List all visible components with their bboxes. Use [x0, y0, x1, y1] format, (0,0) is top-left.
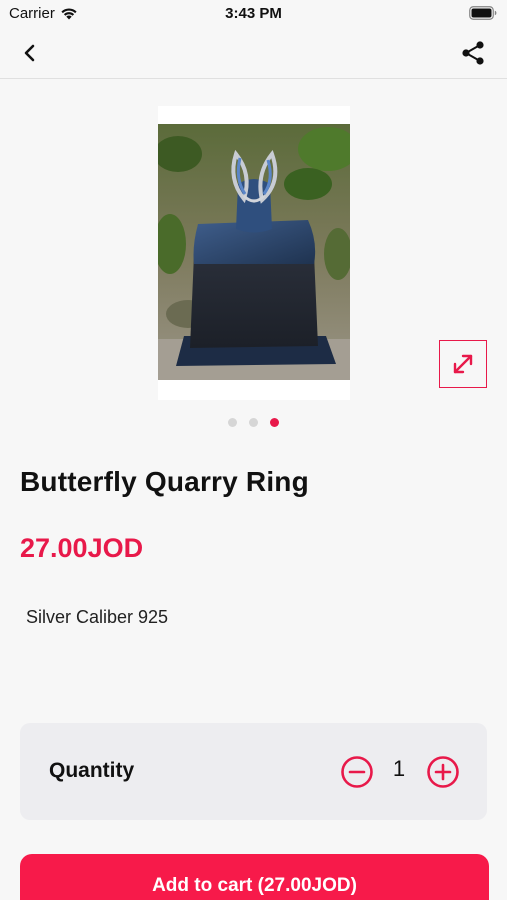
minus-circle-icon [341, 756, 373, 788]
product-image-gallery[interactable] [0, 80, 507, 440]
chevron-left-icon [24, 44, 35, 62]
pagination-dot[interactable] [249, 418, 258, 427]
product-photo [158, 124, 350, 380]
quantity-selector: Quantity 1 [20, 723, 487, 820]
product-title: Butterfly Quarry Ring [20, 466, 309, 497]
quantity-value: 1 [392, 756, 406, 781]
expand-arrows-icon [453, 354, 473, 374]
clock: 3:43 PM [225, 5, 282, 22]
share-button[interactable] [459, 39, 487, 67]
add-to-cart-button[interactable]: Add to cart (27.00JOD) [20, 854, 489, 900]
pagination-dot-active[interactable] [270, 418, 279, 427]
increase-quantity-button[interactable] [426, 755, 460, 789]
decrease-quantity-button[interactable] [340, 755, 374, 789]
plus-circle-icon [427, 756, 459, 788]
expand-image-button[interactable] [439, 340, 487, 388]
product-price: 27.00JOD [20, 533, 144, 563]
quantity-label: Quantity [49, 759, 135, 782]
pagination-dots [0, 418, 507, 427]
status-bar: Carrier 3:43 PM [0, 0, 507, 28]
pagination-dot[interactable] [228, 418, 237, 427]
battery-icon [469, 6, 497, 20]
back-button[interactable] [18, 41, 42, 65]
share-icon [462, 41, 484, 65]
navigation-bar [0, 28, 507, 79]
ring-on-display-illustration [158, 124, 350, 380]
product-description: Silver Caliber 925 [26, 607, 169, 627]
product-image-frame[interactable] [158, 106, 350, 400]
